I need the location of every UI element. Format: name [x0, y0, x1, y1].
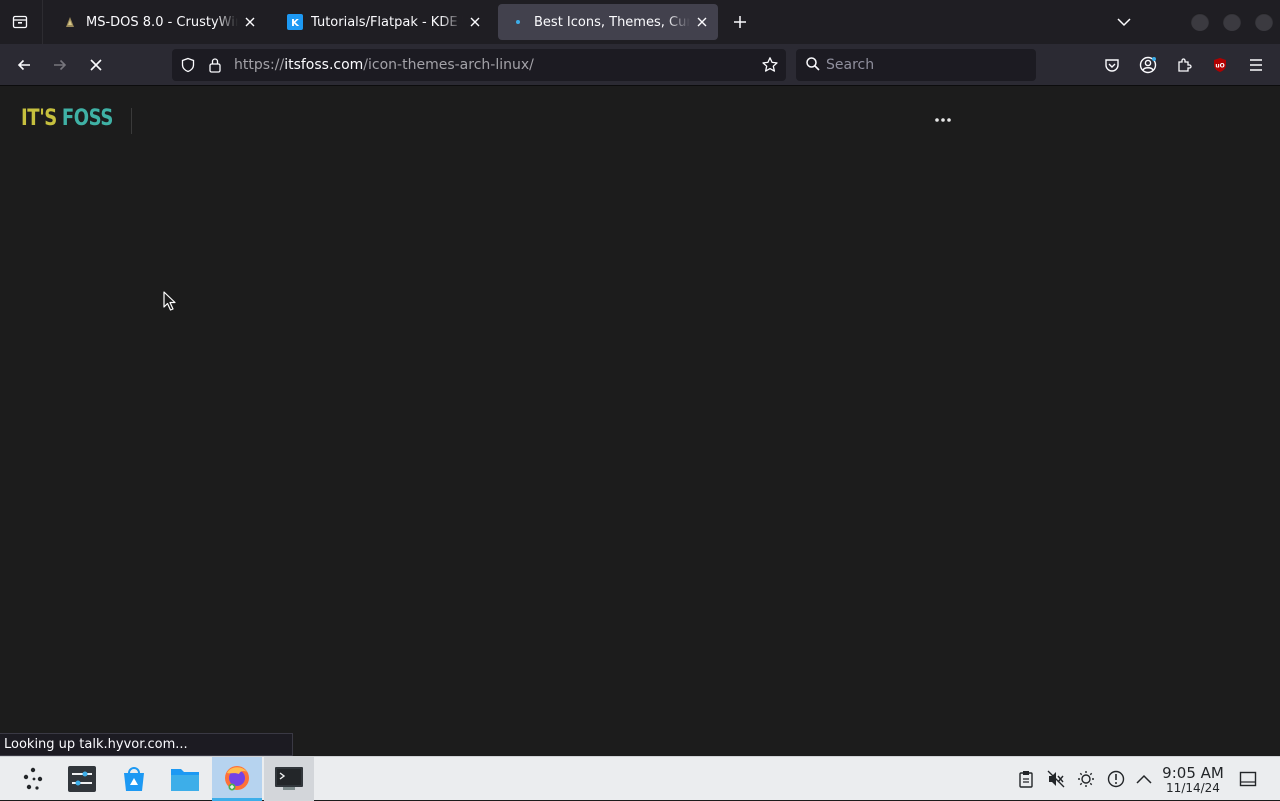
file-manager-task[interactable] [160, 757, 210, 801]
tab-separator [42, 0, 43, 44]
loading-dot-favicon [510, 14, 526, 30]
firefox-view-icon [12, 15, 28, 29]
konsole-icon [275, 767, 303, 790]
lock-icon[interactable] [206, 56, 224, 74]
file-manager-icon [171, 769, 199, 791]
tab-msdos[interactable]: MS-DOS 8.0 - CrustyWindows [50, 4, 266, 40]
url-path: /icon-themes-arch-linux/ [363, 57, 534, 73]
pocket-button[interactable] [1098, 52, 1126, 78]
status-panel: Looking up talk.hyvor.com... [0, 733, 293, 756]
close-tab-icon[interactable] [692, 12, 712, 32]
svg-text:uO: uO [1215, 63, 1224, 70]
url-text[interactable]: https://itsfoss.com/icon-themes-arch-lin… [234, 57, 534, 73]
clock-date: 11/14/24 [1166, 781, 1220, 795]
ublock-origin-icon: uO [1214, 58, 1226, 72]
svg-text:K: K [291, 18, 300, 29]
back-arrow-icon [17, 59, 30, 71]
ublock-origin-button[interactable]: uO [1206, 52, 1234, 78]
close-window-button[interactable] [1255, 13, 1273, 31]
tab-kde-flatpak[interactable]: K Tutorials/Flatpak - KDE UserBase Wiki [275, 4, 491, 40]
url-host: itsfoss.com [284, 57, 364, 73]
web-page-content: IT'S FOSS [0, 86, 1280, 756]
forward-button[interactable] [46, 52, 74, 78]
mouse-pointer-icon [163, 291, 176, 311]
application-launcher-icon [23, 767, 43, 790]
stop-x-icon [90, 59, 102, 71]
logo-its-text: IT'S [21, 106, 57, 131]
clipboard-icon [1019, 771, 1033, 788]
close-tab-icon[interactable] [465, 12, 485, 32]
stop-loading-button[interactable] [82, 52, 110, 78]
firefox-view-button[interactable] [6, 9, 34, 35]
system-settings-icon [68, 766, 96, 792]
kde-favicon: K [287, 14, 303, 30]
url-scheme: https:// [234, 57, 285, 73]
navigation-toolbar: https://itsfoss.com/icon-themes-arch-lin… [0, 44, 1280, 86]
chevron-down-icon [1117, 18, 1131, 27]
digital-clock[interactable]: 9:05 AM 11/14/24 [1160, 765, 1226, 795]
network-tray-button[interactable] [1105, 768, 1127, 790]
firefox-task[interactable] [212, 757, 262, 801]
more-menu-button[interactable] [930, 110, 956, 130]
show-desktop-button[interactable] [1237, 768, 1259, 790]
volume-muted-icon [1047, 770, 1065, 788]
taskbar: 9:05 AM 11/14/24 [0, 756, 1280, 801]
forward-arrow-icon [54, 59, 67, 71]
application-launcher-button[interactable] [8, 757, 58, 801]
network-icon [1107, 770, 1125, 788]
maximize-window-button[interactable] [1223, 13, 1241, 31]
tracking-protection-shield-icon[interactable] [179, 56, 197, 74]
app-menu-button[interactable] [1242, 52, 1270, 78]
bookmark-star-icon[interactable] [761, 56, 779, 74]
search-input[interactable] [826, 49, 1026, 81]
system-settings-task[interactable] [57, 757, 107, 801]
volume-tray-button[interactable] [1045, 768, 1067, 790]
account-button[interactable] [1134, 52, 1162, 78]
account-icon [1139, 56, 1157, 74]
tab-title: Tutorials/Flatpak - KDE UserBase Wiki [311, 14, 463, 30]
brightness-icon [1078, 771, 1094, 787]
logo-foss-text: FOSS [61, 106, 114, 131]
puzzle-piece-icon [1178, 58, 1192, 72]
tab-title: Best Icons, Themes, Cursors for Arch Lin… [534, 14, 690, 30]
list-all-tabs-button[interactable] [1112, 10, 1136, 34]
minimize-window-button[interactable] [1191, 13, 1209, 31]
tab-strip: MS-DOS 8.0 - CrustyWindows K Tutorials/F… [0, 0, 1280, 44]
hamburger-menu-icon [1250, 59, 1262, 71]
discover-icon [124, 767, 144, 791]
brightness-tray-button[interactable] [1075, 768, 1097, 790]
clock-time: 9:05 AM [1162, 764, 1224, 782]
header-divider [131, 108, 132, 134]
extensions-button[interactable] [1170, 52, 1198, 78]
discover-task[interactable] [109, 757, 159, 801]
plus-icon [734, 16, 746, 28]
pocket-icon [1105, 59, 1119, 72]
show-hidden-icons-button[interactable] [1133, 768, 1155, 790]
search-bar[interactable] [796, 49, 1036, 81]
search-icon [805, 56, 823, 74]
firefox-icon [225, 765, 249, 790]
back-button[interactable] [10, 52, 38, 78]
konsole-task[interactable] [264, 757, 314, 801]
close-tab-icon[interactable] [240, 12, 260, 32]
ellipsis-icon [935, 118, 951, 122]
tab-title: MS-DOS 8.0 - CrustyWindows [86, 14, 238, 30]
crustywindows-favicon [62, 14, 78, 30]
new-tab-button[interactable] [728, 10, 752, 34]
show-desktop-icon [1239, 771, 1257, 787]
clipboard-tray-button[interactable] [1015, 768, 1037, 790]
tab-itsfoss-active[interactable]: Best Icons, Themes, Cursors for Arch Lin… [498, 4, 718, 40]
expand-tray-icon [1136, 774, 1152, 784]
address-bar[interactable]: https://itsfoss.com/icon-themes-arch-lin… [172, 49, 786, 81]
itsfoss-logo[interactable]: IT'S FOSS [21, 106, 113, 131]
